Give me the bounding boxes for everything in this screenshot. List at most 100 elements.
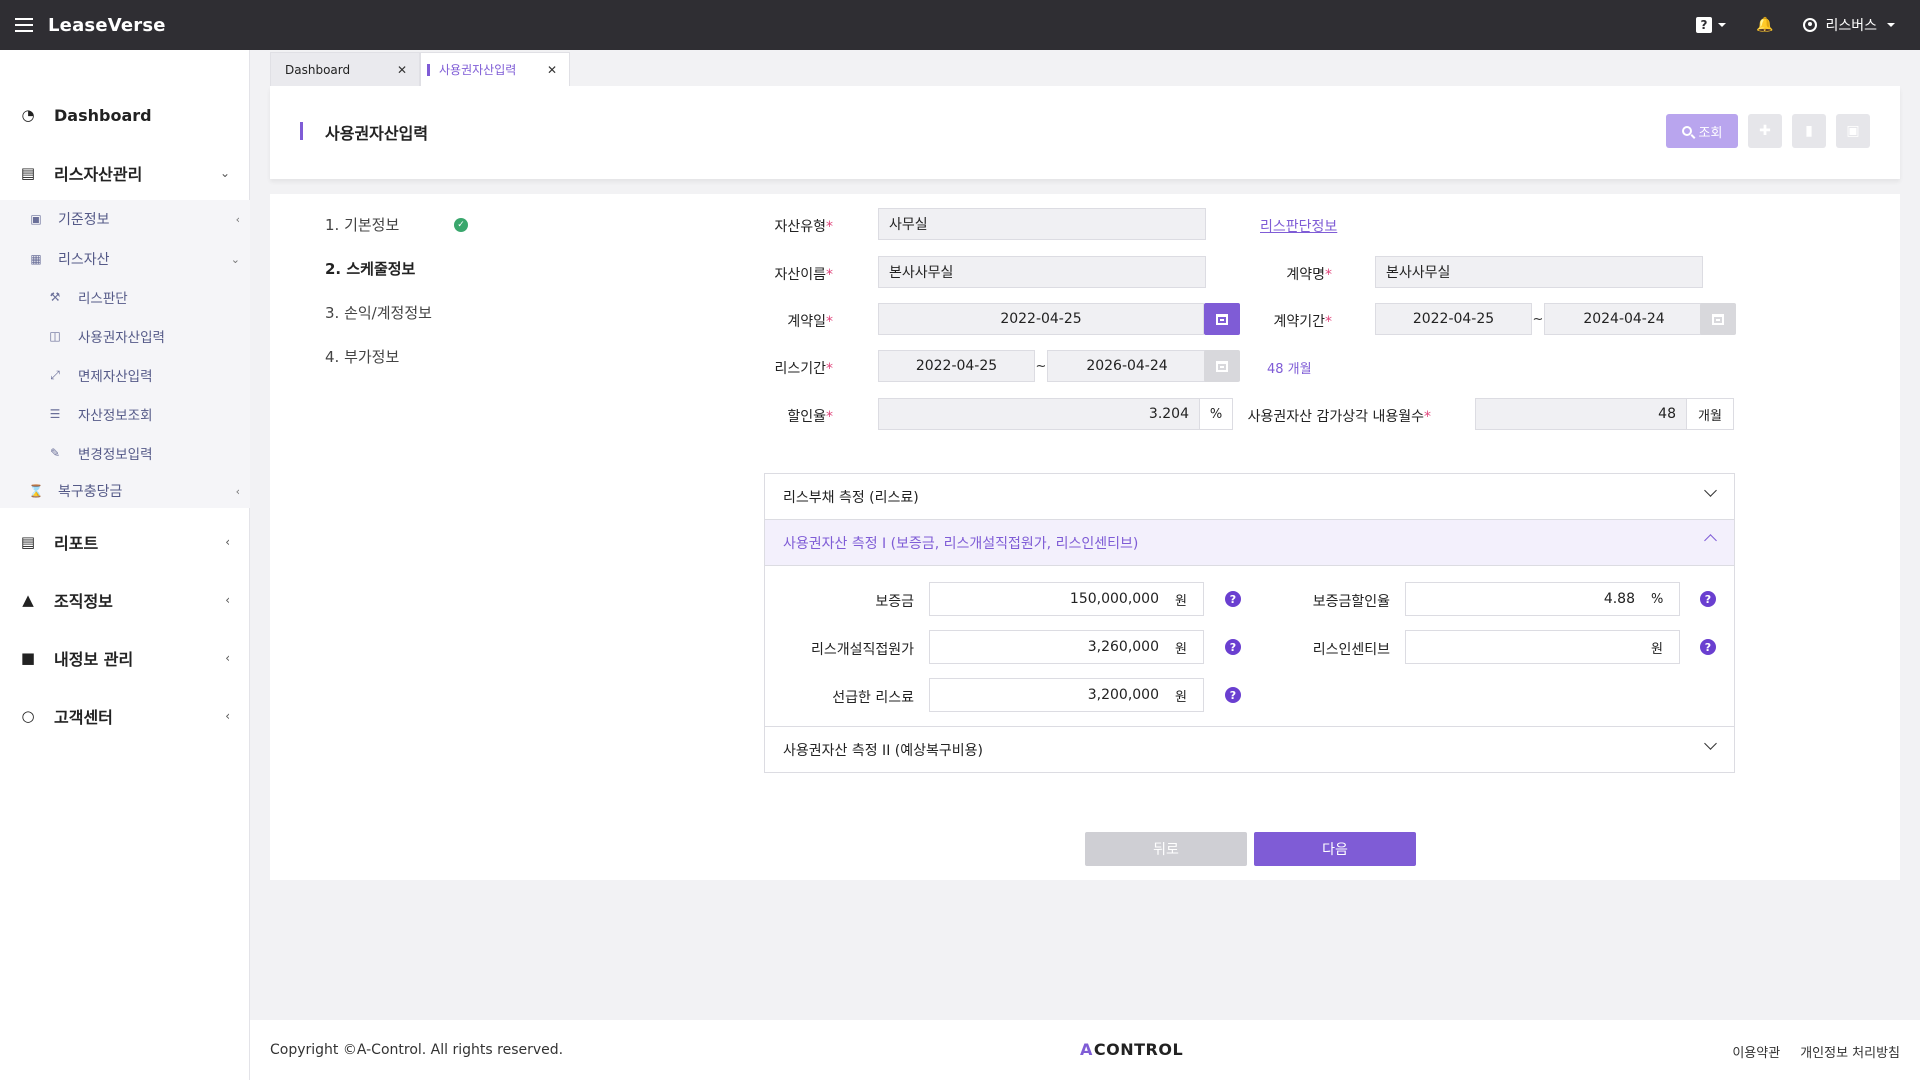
sidebar-item-label: 내정보 관리 [54,650,134,669]
sidebar-item-change-input[interactable]: ✎ 변경정보입력 [0,434,250,472]
close-icon[interactable]: ✕ [547,63,557,77]
contract-name-label: 계약명* [1286,267,1332,283]
step-additional-info[interactable]: 4. 부가정보 [325,346,399,367]
accordion-rou-measure-2[interactable]: 사용권자산 측정 II (예상복구비용) [765,726,1734,772]
contract-period-calendar-button[interactable] [1700,303,1736,335]
lease-start-field[interactable]: 2022-04-25 [878,350,1035,382]
database-icon: ▤ [20,164,36,182]
brand-logo[interactable]: LeaseVerse [48,15,166,36]
sidebar-item-base-info[interactable]: ▣ 기준정보 ‹ [0,200,250,238]
sidebar-item-lease-assets[interactable]: ▤ 리스자산관리 ⌄ [0,151,250,195]
useful-life-field[interactable]: 48 [1475,398,1687,430]
save-icon: ▣ [1846,123,1860,139]
edit-icon: ✎ [49,446,61,460]
next-button[interactable]: 다음 [1254,832,1416,866]
accordion-rou-measure-1[interactable]: 사용권자산 측정 I (보증금, 리스개설직접원가, 리스인센티브) [765,520,1734,566]
question-icon[interactable]: ? [1225,639,1241,655]
hourglass-icon: ⌛ [28,484,44,498]
direct-cost-field[interactable]: 3,260,000 원 [929,630,1204,664]
sidebar-item-label: 면제자산입력 [78,369,153,385]
chevron-down-icon [1704,739,1716,751]
sidebar-item-exempt-input[interactable]: ⤢ 면제자산입력 [0,356,250,394]
sidebar-item-label: 자산정보조회 [78,408,153,424]
sidebar-item-dashboard[interactable]: ◔ Dashboard [0,93,250,137]
chevron-down-icon: ⌄ [219,166,230,180]
tab-bar: Dashboard ✕ 사용권자산입력 ✕ [270,52,570,86]
menu-icon[interactable] [15,18,33,32]
back-button[interactable]: 뒤로 [1085,832,1247,866]
contract-start-field[interactable]: 2022-04-25 [1375,303,1532,335]
prepaid-field[interactable]: 3,200,000 원 [929,678,1204,712]
lease-period-label: 리스기간* [774,361,833,377]
asset-type-field[interactable]: 사무실 [878,208,1206,240]
page-title: 사용권자산입력 [325,124,429,143]
privacy-link[interactable]: 개인정보 처리방침 [1800,1042,1900,1061]
contract-name-field[interactable]: 본사사무실 [1375,256,1703,288]
sidebar-item-restoration[interactable]: ⌛ 복구충당금 ‹ [0,472,250,510]
sidebar-item-lease-judgment[interactable]: ⚒ 리스판단 [0,278,250,316]
sidebar-item-label: 고객센터 [54,708,113,727]
sidebar-item-label: 조직정보 [54,592,113,611]
sidebar-item-label: 리스자산 [58,252,110,268]
contract-date-field[interactable]: 2022-04-25 [878,303,1204,335]
accordion-lease-liability[interactable]: 리스부채 측정 (리스료) [765,474,1734,520]
delete-button[interactable]: ▮ [1792,114,1826,148]
lease-end-field[interactable]: 2026-04-24 [1047,350,1207,382]
question-icon[interactable]: ? [1700,591,1716,607]
contract-date-calendar-button[interactable] [1204,303,1240,335]
search-icon [1681,126,1692,136]
top-bar: LeaseVerse ? 🔔 리스버스 [0,0,1920,50]
copyright: Copyright ©A-Control. All rights reserve… [270,1042,564,1058]
sidebar-item-label: 기준정보 [58,212,110,228]
dashboard-icon: ◔ [21,106,35,124]
sidebar-item-rou-input[interactable]: ◫ 사용권자산입력 [0,317,250,355]
sidebar-item-asset-query[interactable]: ☰ 자산정보조회 [0,395,250,433]
close-icon[interactable]: ✕ [397,63,407,77]
question-icon[interactable]: ? [1700,639,1716,655]
month-unit: 개월 [1686,398,1734,430]
save-button[interactable]: ▣ [1836,114,1870,148]
sidebar-item-my-info[interactable]: ■ 내정보 관리 ‹ [0,636,250,680]
sidebar-item-support[interactable]: ○ 고객센터 ‹ [0,694,250,738]
sidebar-item-org[interactable]: ▲ 조직정보 ‹ [0,578,250,622]
deposit-label: 보증금 [875,594,914,610]
incentive-field[interactable]: 원 [1405,630,1680,664]
tab-rou-input[interactable]: 사용권자산입력 ✕ [420,52,570,86]
question-icon[interactable]: ? [1225,591,1241,607]
sidebar-item-lease-asset[interactable]: ▦ 리스자산 ⌄ [0,240,250,278]
check-circle-icon: ✓ [454,218,468,232]
footer: Copyright ©A-Control. All rights reserve… [250,1020,1920,1080]
add-button[interactable]: ✚ [1748,114,1782,148]
step-pl-account-info[interactable]: 3. 손익/계정정보 [325,302,432,323]
question-icon[interactable]: ? [1225,687,1241,703]
help-dropdown[interactable]: ? [1696,17,1727,33]
calendar-icon [1216,313,1228,325]
plus-icon: ✚ [1759,123,1771,139]
step-schedule-info[interactable]: 2. 스케줄정보 [325,258,415,279]
sitemap-icon: ▲ [22,591,34,609]
user-menu[interactable]: 리스버스 [1803,15,1895,35]
deposit-discount-field[interactable]: 4.88 % [1405,582,1680,616]
step-basic-info[interactable]: 1. 기본정보 [325,214,399,235]
bell-icon[interactable]: 🔔 [1756,17,1773,33]
terms-link[interactable]: 이용약관 [1732,1042,1780,1061]
sidebar-item-report[interactable]: ▤ 리포트 ‹ [0,520,250,564]
sidebar: ◔ Dashboard ▤ 리스자산관리 ⌄ ▣ 기준정보 ‹ ▦ 리스자산 ⌄… [0,50,250,1080]
search-button[interactable]: 조회 [1666,114,1738,148]
percent-unit: % [1199,398,1233,430]
user-icon [1803,18,1818,32]
asset-name-field[interactable]: 본사사무실 [878,256,1206,288]
compress-icon: ⤢ [50,367,60,382]
lease-judgment-link[interactable]: 리스판단정보 [1260,216,1337,236]
discount-rate-field[interactable]: 3.204 [878,398,1200,430]
deposit-field[interactable]: 150,000,000 원 [929,582,1204,616]
lease-period-calendar-button[interactable] [1204,350,1240,382]
chevron-left-icon: ‹ [235,212,240,226]
caret-down-icon [1887,23,1895,27]
page-header: 사용권자산입력 조회 ✚ ▮ ▣ [270,86,1900,179]
caret-down-icon [1718,23,1727,27]
contract-end-field[interactable]: 2024-04-24 [1544,303,1704,335]
deposit-discount-label: 보증금할인율 [1312,594,1390,610]
tab-dashboard[interactable]: Dashboard ✕ [270,52,420,86]
chevron-left-icon: ‹ [235,484,240,498]
